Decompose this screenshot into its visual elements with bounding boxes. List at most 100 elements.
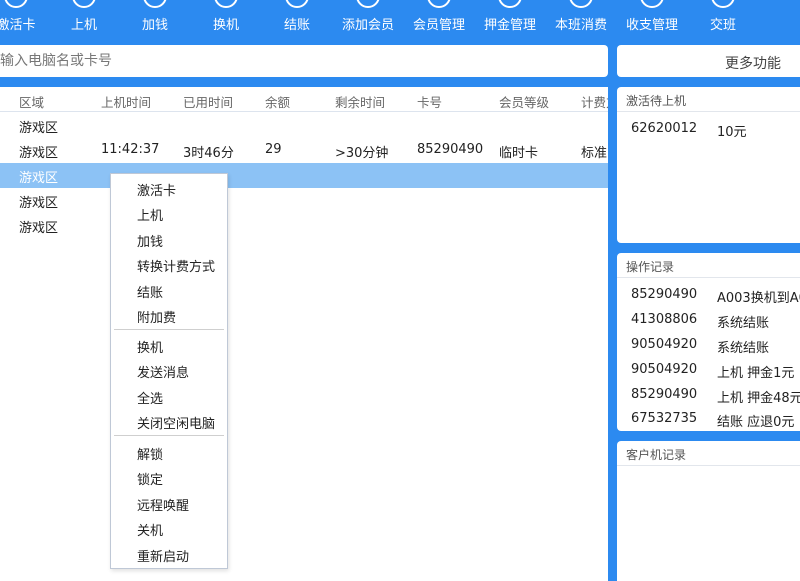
cell-card-number: 85290490 bbox=[417, 142, 484, 157]
table-row[interactable]: 游戏区 bbox=[0, 113, 608, 138]
pending-card-number: 62620012 bbox=[631, 121, 698, 136]
shift-handover-icon bbox=[711, 0, 735, 8]
panel-divider bbox=[617, 111, 800, 112]
log-card-number: 67532735 bbox=[631, 411, 698, 426]
pending-activation-title: 激活待上机 bbox=[626, 94, 687, 108]
toolbar-shift-handover-button[interactable]: 交班 bbox=[687, 0, 759, 44]
menu-item-label: 关机 bbox=[137, 524, 164, 539]
panel-divider bbox=[617, 465, 800, 466]
menu-item-label: 结账 bbox=[137, 286, 164, 301]
search-box bbox=[0, 45, 608, 77]
panel-divider bbox=[617, 277, 800, 278]
column-header-area[interactable]: 区域 bbox=[19, 92, 44, 111]
table-header: 区域 上机时间 已用时间 余额 剩余时间 卡号 会员等级 计费方 bbox=[0, 87, 608, 112]
toolbar: 激活卡 上机 加钱 换机 结账 添加会员 会员管理 押金管理 本班消费 收支管理… bbox=[0, 0, 800, 44]
menu-item-switch-machine[interactable]: 换机 bbox=[111, 332, 227, 357]
log-card-number: 90504920 bbox=[631, 362, 698, 377]
client-log-panel: 客户机记录 bbox=[617, 441, 800, 581]
checkout-icon bbox=[285, 0, 309, 8]
list-item[interactable]: 90504920 上机 押金1元 bbox=[617, 358, 800, 382]
cell-area: 游戏区 bbox=[19, 121, 59, 136]
table-row[interactable]: 游戏区 11:42:37 3时46分 29 >30分钟 85290490 临时卡… bbox=[0, 138, 608, 163]
menu-item-label: 换机 bbox=[137, 341, 164, 356]
menu-item-label: 锁定 bbox=[137, 473, 164, 488]
add-member-icon bbox=[356, 0, 380, 8]
menu-item-label: 附加费 bbox=[137, 311, 177, 326]
column-header-remaining-time[interactable]: 剩余时间 bbox=[335, 92, 385, 111]
log-action: 系统结账 bbox=[717, 316, 770, 331]
list-item[interactable]: 41308806 系统结账 bbox=[617, 308, 800, 332]
cell-remaining-time: >30分钟 bbox=[335, 146, 389, 161]
menu-item-label: 解锁 bbox=[137, 448, 164, 463]
menu-item-select-all[interactable]: 全选 bbox=[111, 383, 227, 408]
list-item[interactable]: 62620012 10元 bbox=[617, 117, 800, 141]
pending-amount: 10元 bbox=[717, 125, 747, 140]
menu-item-label: 上机 bbox=[137, 209, 164, 224]
toolbar-shift-handover-label: 交班 bbox=[709, 18, 736, 33]
menu-item-label: 发送消息 bbox=[137, 366, 190, 381]
operation-log-title: 操作记录 bbox=[626, 260, 675, 274]
menu-item-shutdown[interactable]: 关机 bbox=[111, 515, 227, 540]
table-row[interactable]: 游戏区 bbox=[0, 213, 608, 238]
log-action: 上机 押金1元 bbox=[717, 366, 795, 381]
column-header-start-time[interactable]: 上机时间 bbox=[101, 92, 151, 111]
menu-item-surcharge[interactable]: 附加费 bbox=[111, 302, 227, 327]
pending-activation-panel: 激活待上机 62620012 10元 bbox=[617, 87, 800, 243]
cell-area: 游戏区 bbox=[19, 221, 59, 236]
more-functions-label: 更多功能 bbox=[725, 56, 781, 72]
cell-member-level: 临时卡 bbox=[499, 146, 539, 161]
list-item[interactable]: 67532735 结账 应退0元 bbox=[617, 407, 800, 431]
menu-item-add-money[interactable]: 加钱 bbox=[111, 226, 227, 251]
column-header-used-time[interactable]: 已用时间 bbox=[183, 92, 233, 111]
menu-item-label: 远程唤醒 bbox=[137, 499, 190, 514]
log-card-number: 90504920 bbox=[631, 337, 698, 352]
column-header-card-number[interactable]: 卡号 bbox=[417, 92, 442, 111]
cell-area: 游戏区 bbox=[19, 146, 59, 161]
client-log-title: 客户机记录 bbox=[626, 448, 687, 462]
computer-list-table: 区域 上机时间 已用时间 余额 剩余时间 卡号 会员等级 计费方 游戏区 游戏区… bbox=[0, 87, 608, 581]
deposit-manage-icon bbox=[498, 0, 522, 8]
cell-balance: 29 bbox=[265, 142, 282, 157]
menu-item-label: 关闭空闲电脑 bbox=[137, 417, 216, 432]
menu-item-label: 重新启动 bbox=[137, 550, 190, 565]
switch-machine-icon bbox=[214, 0, 238, 8]
activate-card-icon bbox=[4, 0, 28, 8]
table-row-selected[interactable]: 游戏区 bbox=[0, 163, 608, 188]
add-money-icon bbox=[143, 0, 167, 8]
shift-consumption-icon bbox=[569, 0, 593, 8]
menu-item-change-billing[interactable]: 转换计费方式 bbox=[111, 251, 227, 276]
log-action: A003换机到A0 bbox=[717, 291, 800, 306]
cell-used-time: 3时46分 bbox=[183, 146, 234, 161]
list-item[interactable]: 85290490 A003换机到A0 bbox=[617, 283, 800, 307]
menu-item-send-message[interactable]: 发送消息 bbox=[111, 357, 227, 382]
more-functions-button[interactable]: 更多功能 bbox=[617, 45, 800, 77]
login-icon bbox=[72, 0, 96, 8]
table-row[interactable]: 游戏区 bbox=[0, 188, 608, 213]
menu-item-checkout[interactable]: 结账 bbox=[111, 277, 227, 302]
log-card-number: 41308806 bbox=[631, 312, 698, 327]
log-card-number: 85290490 bbox=[631, 287, 698, 302]
column-header-billing-method[interactable]: 计费方 bbox=[581, 92, 608, 111]
list-item[interactable]: 90504920 系统结账 bbox=[617, 333, 800, 357]
menu-item-label: 加钱 bbox=[137, 235, 164, 250]
menu-item-activate-card[interactable]: 激活卡 bbox=[111, 175, 227, 200]
cell-area: 游戏区 bbox=[19, 196, 59, 211]
log-action: 系统结账 bbox=[717, 341, 770, 356]
menu-item-unlock[interactable]: 解锁 bbox=[111, 439, 227, 464]
menu-item-lock[interactable]: 锁定 bbox=[111, 464, 227, 489]
menu-item-login[interactable]: 上机 bbox=[111, 200, 227, 225]
menu-item-label: 转换计费方式 bbox=[137, 260, 216, 275]
menu-item-restart[interactable]: 重新启动 bbox=[111, 541, 227, 566]
list-item[interactable]: 85290490 上机 押金48元 bbox=[617, 383, 800, 407]
menu-separator bbox=[114, 329, 224, 330]
search-input[interactable] bbox=[0, 45, 608, 77]
menu-separator bbox=[114, 435, 224, 436]
column-header-balance[interactable]: 余额 bbox=[265, 92, 290, 111]
member-manage-icon bbox=[427, 0, 451, 8]
menu-item-shutdown-idle[interactable]: 关闭空闲电脑 bbox=[111, 408, 227, 433]
menu-item-label: 激活卡 bbox=[137, 184, 177, 199]
menu-item-remote-wake[interactable]: 远程唤醒 bbox=[111, 490, 227, 515]
finance-manage-icon bbox=[640, 0, 664, 8]
menu-item-label: 全选 bbox=[137, 392, 164, 407]
column-header-member-level[interactable]: 会员等级 bbox=[499, 92, 549, 111]
